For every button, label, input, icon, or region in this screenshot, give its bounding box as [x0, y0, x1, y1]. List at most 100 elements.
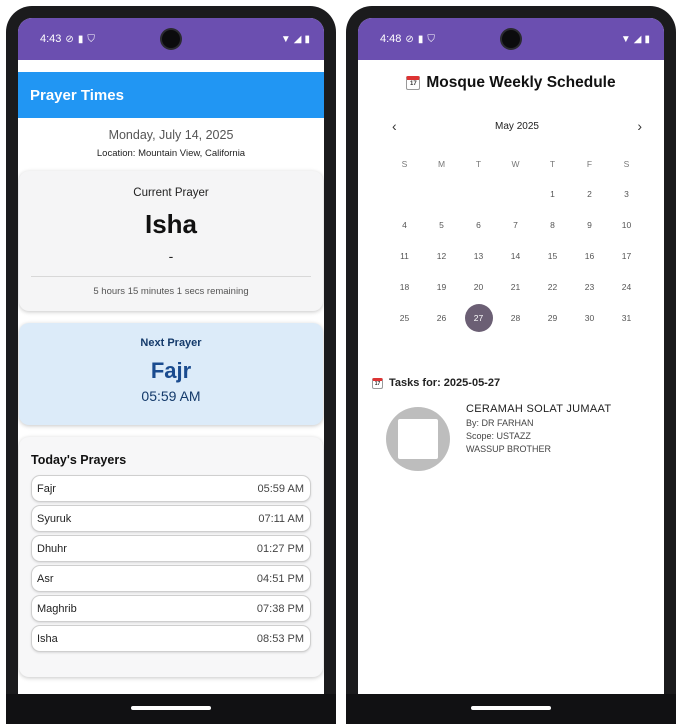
next-prayer-time: 05:59 AM	[141, 388, 201, 404]
battery-icon: ▮	[644, 33, 650, 45]
calendar-header: ‹ May 2025 ›	[392, 118, 642, 134]
task-item[interactable]: CERAMAH SOLAT JUMAAT By: DR FARHAN Scope…	[386, 403, 664, 471]
prayer-row[interactable]: Fajr 05:59 AM	[31, 475, 311, 502]
next-prayer-name: Fajr	[150, 358, 192, 383]
calendar-day-number: 9	[587, 219, 592, 230]
calendar-day-number: 29	[547, 312, 558, 323]
calendar-day-number: 4	[402, 219, 407, 230]
calendar-day[interactable]: 6	[460, 209, 497, 240]
calendar-day[interactable]: 2	[571, 178, 608, 209]
current-prayer-card: Current Prayer Isha - 5 hours 15 minutes…	[19, 171, 323, 311]
wifi-icon: ▼	[280, 33, 291, 45]
calendar-day-number: 10	[621, 219, 632, 230]
weekday-label: S	[401, 159, 408, 169]
calendar-day[interactable]: 21	[497, 271, 534, 302]
calendar-day[interactable]: 24	[608, 271, 645, 302]
divider	[31, 276, 311, 277]
calendar-day[interactable]: 17	[608, 240, 645, 271]
calendar-day-selected[interactable]: 27	[460, 302, 497, 333]
weekday-label: T	[549, 159, 556, 169]
calendar-day[interactable]: 8	[534, 209, 571, 240]
prayer-name: Dhuhr	[37, 542, 67, 555]
calendar-day-number: 7	[513, 219, 518, 230]
status-time: 4:43	[40, 33, 62, 45]
calendar-day[interactable]: 25	[386, 302, 423, 333]
calendar-day[interactable]: 23	[571, 271, 608, 302]
status-icons: ▼ ◢ ▮	[281, 34, 310, 45]
calendar-day-number: 5	[439, 219, 444, 230]
prayer-time: 01:27 PM	[256, 542, 304, 555]
phone-right: 4:48 ⊘ ▮ ⛉ ▼ ◢ ▮ 17 Mosque Weekly Schedu…	[346, 6, 676, 724]
calendar-day[interactable]: 18	[386, 271, 423, 302]
calendar-day[interactable]: 13	[460, 240, 497, 271]
prayer-row[interactable]: Syuruk 07:11 AM	[31, 505, 311, 532]
nav-bar	[346, 694, 676, 724]
calendar-day[interactable]: 3	[608, 178, 645, 209]
prayer-row[interactable]: Maghrib 07:38 PM	[31, 595, 311, 622]
current-prayer-name: Isha	[144, 209, 198, 239]
battery-icon: ▮	[304, 33, 310, 45]
calendar-day-number: 2	[587, 188, 592, 199]
weekday-label: T	[475, 159, 482, 169]
weekday-label: F	[586, 159, 593, 169]
status-icons: ▼ ◢ ▮	[621, 34, 650, 45]
calendar-day[interactable]: 16	[571, 240, 608, 271]
signal-icon: ◢	[293, 33, 302, 45]
calendar-day[interactable]: 28	[497, 302, 534, 333]
calendar-grid: S M T W T F S 1 2 3 4 5 6 7 8 9 10 11 12 13 14 15 16 17 18 19 20 21…	[386, 150, 664, 333]
current-prayer-dash: -	[168, 248, 174, 264]
next-prayer-card: Next Prayer Fajr 05:59 AM	[19, 323, 323, 425]
calendar-day[interactable]: 9	[571, 209, 608, 240]
calendar-day-number: 16	[584, 250, 595, 261]
calendar-day-number: 15	[547, 250, 558, 261]
calendar-day[interactable]: 15	[534, 240, 571, 271]
calendar-icon: 17	[372, 377, 383, 389]
prayer-row[interactable]: Asr 04:51 PM	[31, 565, 311, 592]
calendar-day[interactable]: 19	[423, 271, 460, 302]
calendar-day[interactable]: 1	[534, 178, 571, 209]
calendar-day[interactable]: 20	[460, 271, 497, 302]
shield-icon: ⛉	[87, 33, 95, 45]
prayer-times-screen: 4:43 ⊘ ▮ ⛉ ▼ ◢ ▮ Prayer Times Monday, Ju…	[18, 18, 324, 694]
prev-month-button[interactable]: ‹	[392, 118, 397, 134]
calendar-day[interactable]: 26	[423, 302, 460, 333]
calendar-day[interactable]: 7	[497, 209, 534, 240]
prayer-row[interactable]: Isha 08:53 PM	[31, 625, 311, 652]
calendar-day-number: 24	[621, 281, 632, 292]
prayer-name: Asr	[37, 572, 54, 585]
calendar-day-number: 13	[473, 250, 484, 261]
prayer-row[interactable]: Dhuhr 01:27 PM	[31, 535, 311, 562]
calendar-day[interactable]: 14	[497, 240, 534, 271]
calendar-day-number: 22	[547, 281, 558, 292]
calendar-day-number: 12	[436, 250, 447, 261]
location-off-icon: ⊘	[405, 33, 414, 45]
calendar-day[interactable]: 22	[534, 271, 571, 302]
month-label: May 2025	[495, 120, 539, 132]
calendar-day[interactable]: 30	[571, 302, 608, 333]
calendar-day-number: 30	[584, 312, 595, 323]
calendar-day-number: 8	[550, 219, 555, 230]
calendar-day-number: 19	[436, 281, 447, 292]
calendar-day-number: 11	[400, 250, 409, 261]
prayer-name: Fajr	[37, 482, 56, 495]
tasks-date-label: Tasks for: 2025-05-27	[389, 377, 501, 389]
schedule-screen: 4:48 ⊘ ▮ ⛉ ▼ ◢ ▮ 17 Mosque Weekly Schedu…	[358, 18, 664, 694]
calendar-day[interactable]: 11	[386, 240, 423, 271]
image-placeholder-icon	[398, 419, 438, 459]
calendar-day[interactable]: 4	[386, 209, 423, 240]
calendar-day[interactable]: 12	[423, 240, 460, 271]
calendar-day-number: 17	[621, 250, 632, 261]
wifi-icon: ▼	[620, 33, 631, 45]
calendar-day[interactable]: 29	[534, 302, 571, 333]
calendar-icon: 17	[406, 76, 421, 90]
calendar-day[interactable]: 5	[423, 209, 460, 240]
next-month-button[interactable]: ›	[637, 118, 642, 134]
calendar-day[interactable]: 10	[608, 209, 645, 240]
weekday-label: M	[437, 159, 446, 169]
task-scope: Scope: USTAZZ	[466, 431, 531, 441]
home-gesture-pill[interactable]	[131, 706, 211, 710]
sim-card-icon: ▮	[77, 33, 84, 45]
home-gesture-pill[interactable]	[471, 706, 551, 710]
calendar-day-number: 25	[399, 312, 410, 323]
calendar-day[interactable]: 31	[608, 302, 645, 333]
